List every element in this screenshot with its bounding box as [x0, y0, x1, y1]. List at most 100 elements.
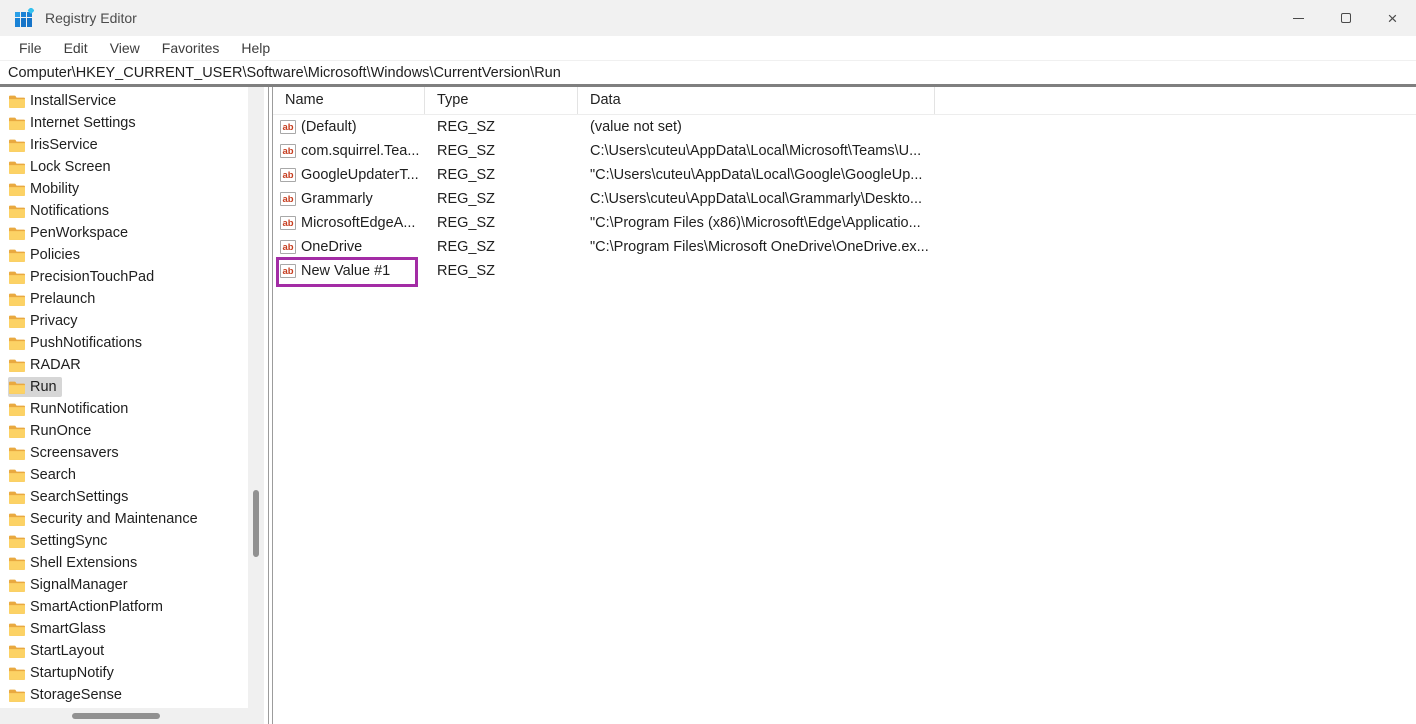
tree-item[interactable]: PrecisionTouchPad [0, 266, 268, 288]
tree-item-label: Run [30, 379, 57, 395]
close-button[interactable]: × [1369, 0, 1416, 36]
expander-chevron-icon[interactable] [0, 596, 8, 618]
expander-chevron-icon[interactable]: › [0, 288, 8, 310]
expander-chevron-icon[interactable] [0, 640, 8, 662]
expander-chevron-icon[interactable] [0, 684, 8, 706]
expander-chevron-icon[interactable] [0, 90, 8, 112]
tree-item[interactable]: › RunNotification [0, 398, 268, 420]
tree-item[interactable]: › Policies [0, 244, 268, 266]
tree-item[interactable]: SmartActionPlatform [0, 596, 268, 618]
tree-item-label: SettingSync [30, 533, 108, 549]
registry-value-row[interactable]: ab GoogleUpdaterT... REG_SZ "C:\Users\cu… [273, 163, 1416, 187]
folder-icon [9, 315, 25, 328]
expander-chevron-icon[interactable] [0, 464, 8, 486]
tree-item[interactable]: Internet Settings [0, 112, 268, 134]
tree-item[interactable]: PushNotifications [0, 332, 268, 354]
tree-item[interactable]: IrisService [0, 134, 268, 156]
registry-editor-app-icon [14, 8, 34, 28]
tree-item-label: Security and Maintenance [30, 511, 198, 527]
tree-item[interactable]: Shell Extensions [0, 552, 268, 574]
registry-value-row[interactable]: ab New Value #1 REG_SZ [273, 259, 1416, 283]
tree-item[interactable]: SignalManager [0, 574, 268, 596]
tree-item[interactable]: Lock Screen [0, 156, 268, 178]
expander-chevron-icon[interactable]: › [0, 398, 8, 420]
expander-chevron-icon[interactable] [0, 200, 8, 222]
tree-item[interactable]: › RunOnce [0, 420, 268, 442]
title-bar: Registry Editor × [0, 0, 1416, 36]
registry-value-row[interactable]: ab (Default) REG_SZ (value not set) [273, 115, 1416, 139]
value-name: MicrosoftEdgeA... [301, 215, 416, 231]
expander-chevron-icon[interactable] [0, 442, 8, 464]
expander-chevron-icon[interactable]: › [0, 618, 8, 640]
column-header-type[interactable]: Type [425, 87, 578, 114]
tree-item-label: RunNotification [30, 401, 129, 417]
tree-item[interactable]: Search [0, 464, 268, 486]
tree-vertical-scrollbar-thumb[interactable] [253, 490, 259, 557]
expander-chevron-icon[interactable] [0, 552, 8, 574]
registry-path: Computer\HKEY_CURRENT_USER\Software\Micr… [8, 64, 561, 81]
tree-item[interactable]: Security and Maintenance [0, 508, 268, 530]
tree-item[interactable]: PenWorkspace [0, 222, 268, 244]
value-type: REG_SZ [437, 215, 496, 231]
expander-chevron-icon[interactable] [0, 134, 8, 156]
folder-icon [9, 359, 25, 372]
maximize-button[interactable] [1322, 0, 1369, 36]
address-bar[interactable]: Computer\HKEY_CURRENT_USER\Software\Micr… [0, 61, 1416, 87]
folder-icon [9, 667, 25, 680]
string-value-icon: ab [280, 264, 296, 278]
expander-chevron-icon[interactable] [0, 486, 8, 508]
tree-vertical-scrollbar[interactable] [248, 87, 264, 724]
folder-icon [9, 579, 25, 592]
tree-item[interactable]: Notifications [0, 200, 268, 222]
folder-icon [9, 469, 25, 482]
expander-chevron-icon[interactable]: › [0, 420, 8, 442]
expander-chevron-icon[interactable]: › [0, 354, 8, 376]
tree-horizontal-scrollbar-thumb[interactable] [72, 713, 160, 719]
menu-file[interactable]: File [8, 40, 53, 56]
expander-chevron-icon[interactable]: › [0, 310, 8, 332]
expander-chevron-icon[interactable] [0, 332, 8, 354]
menu-view[interactable]: View [99, 40, 151, 56]
tree-item[interactable]: Screensavers [0, 442, 268, 464]
tree-item[interactable]: InstallService [0, 90, 268, 112]
registry-value-row[interactable]: ab com.squirrel.Tea... REG_SZ C:\Users\c… [273, 139, 1416, 163]
tree-item[interactable]: SettingSync [0, 530, 268, 552]
minimize-button[interactable] [1275, 0, 1322, 36]
registry-value-row[interactable]: ab OneDrive REG_SZ "C:\Program Files\Mic… [273, 235, 1416, 259]
window-title: Registry Editor [45, 10, 137, 26]
menu-favorites[interactable]: Favorites [151, 40, 231, 56]
menu-help[interactable]: Help [230, 40, 281, 56]
column-header-name[interactable]: Name [273, 87, 425, 114]
expander-chevron-icon[interactable] [0, 530, 8, 552]
registry-value-row[interactable]: ab Grammarly REG_SZ C:\Users\cuteu\AppDa… [273, 187, 1416, 211]
folder-icon [9, 139, 25, 152]
expander-chevron-icon[interactable] [0, 508, 8, 530]
tree-item[interactable]: StartLayout [0, 640, 268, 662]
menu-edit[interactable]: Edit [53, 40, 99, 56]
tree-item[interactable]: › Privacy [0, 310, 268, 332]
tree-item[interactable]: › SmartGlass [0, 618, 268, 640]
tree-item[interactable]: Run [0, 376, 268, 398]
tree-item[interactable]: › RADAR [0, 354, 268, 376]
expander-chevron-icon[interactable] [0, 178, 8, 200]
tree-item[interactable]: StorageSense [0, 684, 268, 706]
tree-item-label: Privacy [30, 313, 78, 329]
expander-chevron-icon[interactable] [0, 266, 8, 288]
tree-item[interactable]: Mobility [0, 178, 268, 200]
column-header-data[interactable]: Data [578, 87, 935, 114]
tree-item[interactable]: › StartupNotify [0, 662, 268, 684]
tree-item[interactable]: › Prelaunch [0, 288, 268, 310]
tree-item-label: IrisService [30, 137, 98, 153]
registry-value-row[interactable]: ab MicrosoftEdgeA... REG_SZ "C:\Program … [273, 211, 1416, 235]
tree-horizontal-scrollbar[interactable] [0, 708, 248, 724]
expander-chevron-icon[interactable]: › [0, 244, 8, 266]
tree-item[interactable]: SearchSettings [0, 486, 268, 508]
expander-chevron-icon[interactable] [0, 156, 8, 178]
tree-item-label: Shell Extensions [30, 555, 138, 571]
expander-chevron-icon[interactable] [0, 112, 8, 134]
expander-chevron-icon[interactable]: › [0, 662, 8, 684]
expander-chevron-icon[interactable] [0, 222, 8, 244]
expander-chevron-icon[interactable] [0, 376, 8, 398]
expander-chevron-icon[interactable] [0, 574, 8, 596]
folder-icon [9, 293, 25, 306]
